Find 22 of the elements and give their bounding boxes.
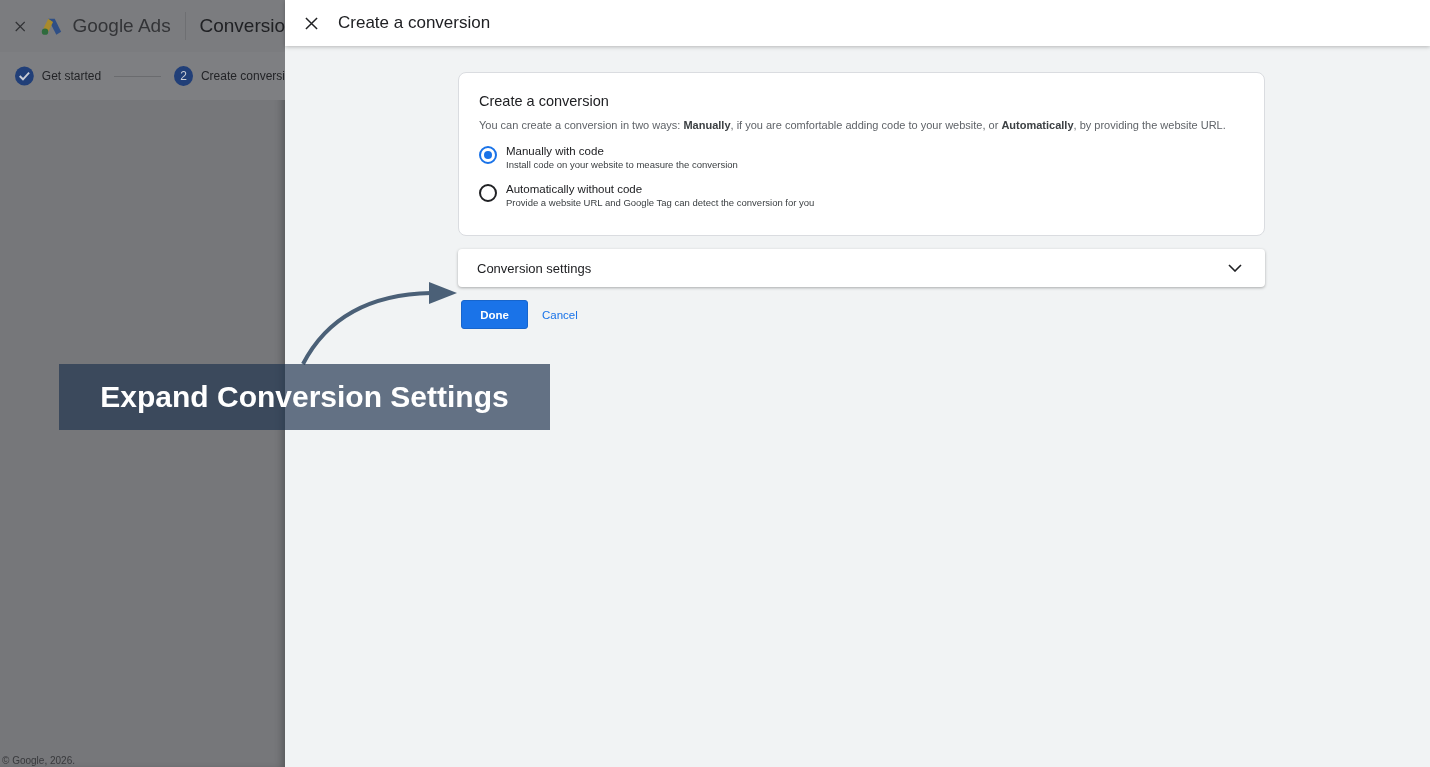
step-label[interactable]: Get started <box>41 69 102 83</box>
page-title: Conversio <box>199 15 285 37</box>
section-title: Conversion settings <box>477 260 592 276</box>
panel-title: Create a conversion <box>338 13 491 33</box>
option-hint: Install code on your website to measure the conversion <box>506 159 738 170</box>
card-title: Create a conversion <box>479 93 610 109</box>
radio-button[interactable] <box>479 184 497 202</box>
step-number: 2 <box>174 66 193 86</box>
cancel-link[interactable]: Cancel <box>542 308 578 321</box>
close-icon[interactable] <box>305 16 318 30</box>
radio-button[interactable] <box>479 146 497 164</box>
settings-section[interactable]: Conversion settings <box>458 249 1265 287</box>
step-label[interactable]: Create conversi <box>200 69 285 83</box>
done-button[interactable]: Done <box>461 300 528 329</box>
chevron-down-icon[interactable] <box>1228 264 1242 272</box>
option-label: Automatically without code <box>506 183 644 195</box>
app-name: Google Ads <box>72 15 171 37</box>
callout-text: Expand Conversion Settings <box>59 364 550 430</box>
option-label: Manually with code <box>506 145 605 157</box>
description-text: You can create a conversion in two ways: Manually, if you are comfortable adding code to your website, or Automatically, by providing the website URL. <box>479 118 1227 133</box>
copyright-text: © Google, 2026. <box>1 755 76 767</box>
option-hint: Provide a website URL and Google Tag can detect the conversion for you <box>506 197 815 208</box>
